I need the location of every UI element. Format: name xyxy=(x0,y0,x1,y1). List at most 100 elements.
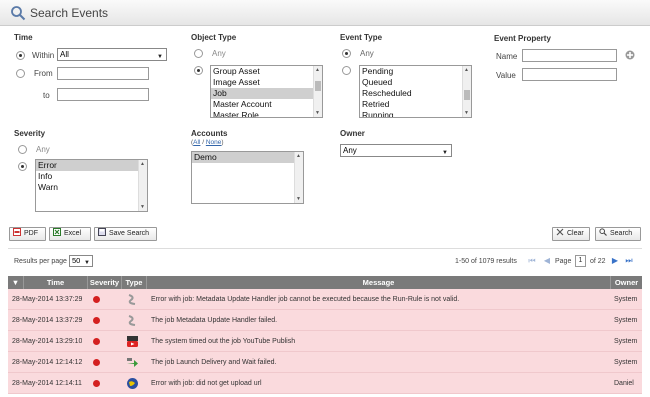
scroll-down-icon[interactable]: ▼ xyxy=(296,196,301,202)
last-page-button[interactable]: ⏭ xyxy=(624,256,634,266)
within-select[interactable]: All ▼ xyxy=(57,48,167,61)
scroll-down-icon[interactable]: ▼ xyxy=(140,204,145,210)
event-type-listbox[interactable]: Pending Queued Rescheduled Retried Runni… xyxy=(359,65,472,118)
header-type[interactable]: Type xyxy=(122,276,147,289)
job-icon xyxy=(128,315,136,326)
none-link[interactable]: None xyxy=(206,139,222,146)
from-date-input[interactable] xyxy=(57,67,149,80)
accounts-links: (All / None) xyxy=(191,139,224,146)
per-page-select[interactable]: 50 ▼ xyxy=(69,255,93,267)
cell-owner: System xyxy=(614,338,638,345)
list-item[interactable]: Pending xyxy=(360,66,471,77)
per-page-value: 50 xyxy=(72,256,81,265)
table-row[interactable]: 28-May-2014 13:37:29 Error with job: Met… xyxy=(8,289,642,310)
cell-owner: System xyxy=(614,296,638,303)
first-page-button[interactable]: ⏮ xyxy=(527,256,537,266)
prev-page-button[interactable]: ◀ xyxy=(542,256,552,266)
list-item[interactable]: Image Asset xyxy=(211,77,322,88)
scroll-up-icon[interactable]: ▲ xyxy=(140,161,145,167)
severity-any-radio[interactable] xyxy=(18,145,27,154)
clear-button[interactable]: Clear xyxy=(552,227,590,241)
scrollbar[interactable]: ▲ ▼ xyxy=(462,66,471,117)
time-from-radio[interactable] xyxy=(16,69,25,78)
from-label: From xyxy=(34,69,53,78)
table-row[interactable]: 28-May-2014 12:14:12 The job Launch Deli… xyxy=(8,352,642,373)
collapse-icon[interactable]: ▼ xyxy=(8,276,24,289)
scrollbar[interactable]: ▲ ▼ xyxy=(138,160,147,211)
header-owner[interactable]: Owner xyxy=(611,276,642,289)
clear-label: Clear xyxy=(567,230,584,237)
table-row[interactable]: 28-May-2014 13:37:29 The job Metadata Up… xyxy=(8,310,642,331)
youtube-icon xyxy=(127,336,138,347)
list-item[interactable]: Warn xyxy=(36,182,147,193)
scrollbar-thumb[interactable] xyxy=(315,81,321,91)
header-time[interactable]: Time xyxy=(24,276,88,289)
header-message[interactable]: Message xyxy=(147,276,611,289)
all-link[interactable]: All xyxy=(193,139,200,146)
object-type-listbox[interactable]: Group Asset Image Asset Job Master Accou… xyxy=(210,65,323,118)
property-name-input[interactable] xyxy=(522,49,617,62)
page-label: Page xyxy=(555,258,572,265)
table-row[interactable]: 28-May-2014 12:14:11 Error with job: did… xyxy=(8,373,642,394)
list-item[interactable]: Job xyxy=(211,88,322,99)
property-value-label: Value xyxy=(496,71,516,80)
object-type-label: Object Type xyxy=(191,33,237,42)
list-item[interactable]: Error xyxy=(36,160,147,171)
cell-time: 28-May-2014 12:14:12 xyxy=(12,359,83,366)
add-property-icon[interactable] xyxy=(625,50,635,60)
within-select-value: All xyxy=(60,50,69,59)
list-item[interactable]: Retried xyxy=(360,99,471,110)
list-item[interactable]: Info xyxy=(36,171,147,182)
severity-listbox[interactable]: Error Info Warn ▲ ▼ xyxy=(35,159,148,212)
scroll-down-icon[interactable]: ▼ xyxy=(315,110,320,116)
globe-icon xyxy=(127,378,138,389)
time-within-radio[interactable] xyxy=(16,51,25,60)
export-excel-button[interactable]: Excel xyxy=(49,227,91,241)
object-type-any-radio[interactable] xyxy=(194,49,203,58)
cell-message: The job Launch Delivery and Wait failed. xyxy=(151,359,277,366)
chevron-down-icon: ▼ xyxy=(157,54,163,60)
scrollbar-thumb[interactable] xyxy=(464,90,470,100)
scroll-down-icon[interactable]: ▼ xyxy=(464,110,469,116)
list-item[interactable]: Rescheduled xyxy=(360,88,471,99)
owner-select-value: Any xyxy=(343,146,357,155)
chevron-down-icon: ▼ xyxy=(84,260,90,266)
cell-owner: System xyxy=(614,317,638,324)
error-icon xyxy=(93,380,100,387)
to-date-input[interactable] xyxy=(57,88,149,101)
property-value-input[interactable] xyxy=(522,68,617,81)
scrollbar[interactable]: ▲ ▼ xyxy=(313,66,322,117)
list-item[interactable]: Master Role xyxy=(211,110,322,117)
event-type-list-radio[interactable] xyxy=(342,66,351,75)
scroll-up-icon[interactable]: ▲ xyxy=(464,67,469,73)
accounts-listbox[interactable]: Demo ▲ ▼ xyxy=(191,151,304,204)
event-property-label: Event Property xyxy=(494,34,551,43)
list-item[interactable]: Group Asset xyxy=(211,66,322,77)
table-row[interactable]: 28-May-2014 13:29:10 The system timed ou… xyxy=(8,331,642,352)
scrollbar[interactable]: ▲ ▼ xyxy=(294,152,303,203)
list-item[interactable]: Running xyxy=(360,110,471,117)
owner-select[interactable]: Any ▼ xyxy=(340,144,452,157)
page-input[interactable]: 1 xyxy=(575,255,586,267)
error-icon xyxy=(93,317,100,324)
pdf-label: PDF xyxy=(24,230,38,237)
excel-icon xyxy=(53,228,61,236)
cell-message: Error with job: Metadata Update Handler … xyxy=(151,296,460,303)
list-item[interactable]: Queued xyxy=(360,77,471,88)
event-type-any-radio[interactable] xyxy=(342,49,351,58)
search-button[interactable]: Search xyxy=(595,227,641,241)
event-type-label: Event Type xyxy=(340,33,383,42)
chevron-down-icon: ▼ xyxy=(442,150,448,156)
cell-owner: System xyxy=(614,359,638,366)
list-item[interactable]: Demo xyxy=(192,152,303,163)
next-page-button[interactable]: ▶ xyxy=(610,256,620,266)
list-item[interactable]: Master Account xyxy=(211,99,322,110)
cell-time: 28-May-2014 13:37:29 xyxy=(12,317,83,324)
scroll-up-icon[interactable]: ▲ xyxy=(296,153,301,159)
save-search-button[interactable]: Save Search xyxy=(94,227,157,241)
scroll-up-icon[interactable]: ▲ xyxy=(315,67,320,73)
object-type-list-radio[interactable] xyxy=(194,66,203,75)
header-severity[interactable]: Severity xyxy=(88,276,122,289)
export-pdf-button[interactable]: PDF xyxy=(9,227,46,241)
severity-list-radio[interactable] xyxy=(18,162,27,171)
